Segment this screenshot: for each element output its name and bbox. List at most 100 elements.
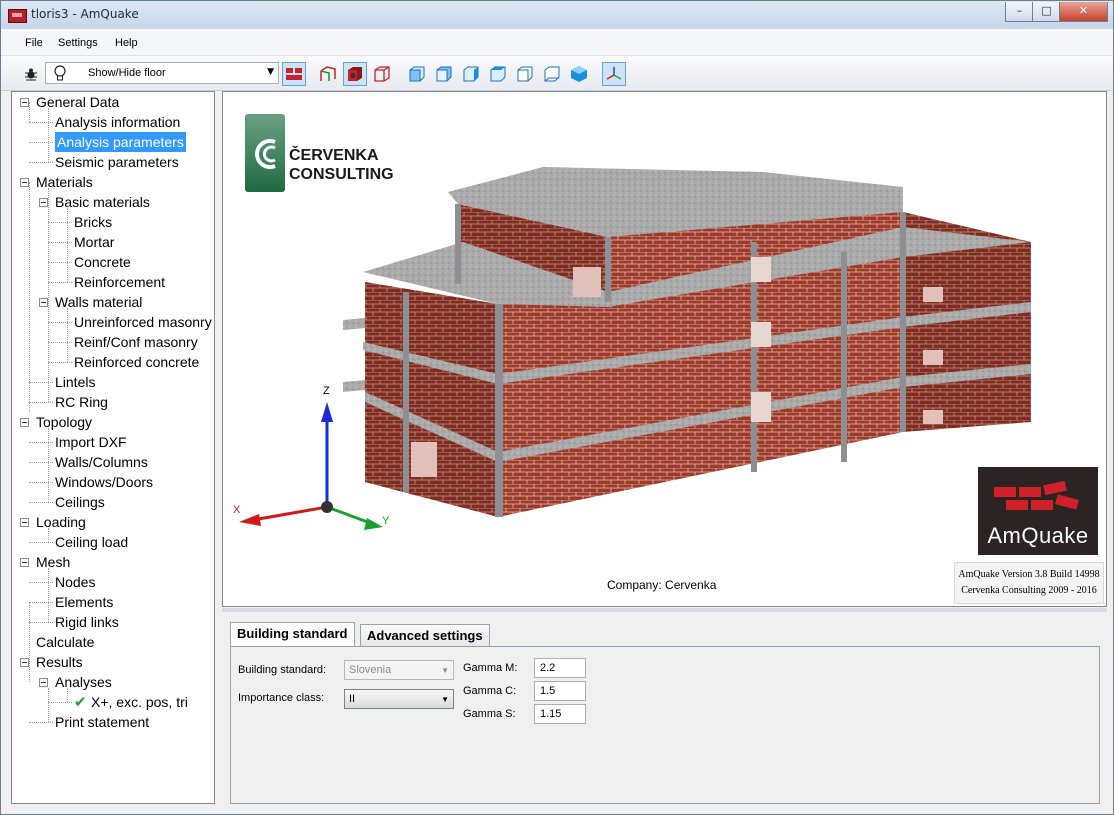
tree-item[interactable]: General Data <box>36 92 119 112</box>
tab-building-standard[interactable]: Building standard <box>230 622 355 647</box>
company-label: Company: Cervenka <box>607 578 717 592</box>
back-view-icon[interactable] <box>434 64 454 84</box>
top-view-icon[interactable] <box>515 64 535 84</box>
tree-item[interactable]: Nodes <box>55 572 95 592</box>
gamma-c-field[interactable]: 1.5 <box>534 681 586 701</box>
tree-item[interactable]: Loading <box>36 512 86 532</box>
gamma-c-label: Gamma C: <box>463 685 517 697</box>
tree-item[interactable]: Materials <box>36 172 93 192</box>
tree-item[interactable]: Analyses <box>55 672 112 692</box>
iso-view-icon[interactable] <box>569 64 589 84</box>
version-line2: Cervenka Consulting 2009 - 2016 <box>961 585 1097 596</box>
tree-item[interactable]: Lintels <box>55 372 95 392</box>
bulb-icon[interactable] <box>50 63 70 83</box>
tree-item[interactable]: Seismic parameters <box>55 152 179 172</box>
gamma-m-label: Gamma M: <box>463 662 518 674</box>
tree-item[interactable]: Windows/Doors <box>55 472 153 492</box>
navigation-tree: General Data Analysis information Analysis… <box>11 91 215 804</box>
tab-panel: Building standard: Slovenia ▼ Importance… <box>230 646 1100 804</box>
tree-item[interactable]: Reinforced concrete <box>74 352 199 372</box>
importance-class-select[interactable]: II ▼ <box>344 689 454 709</box>
tree-item[interactable]: Elements <box>55 592 113 612</box>
gamma-m-field[interactable]: 2.2 <box>534 658 586 678</box>
model-viewport[interactable]: ČERVENKA CONSULTING Z X Y AmQuake Compan… <box>222 91 1107 607</box>
importance-class-label: Importance class: <box>238 692 325 704</box>
settings-panel: Building standard Advanced settings Buil… <box>222 613 1107 806</box>
tree-item[interactable]: X+, exc. pos, tri <box>91 692 188 712</box>
tree-item[interactable]: Basic materials <box>55 192 150 212</box>
gamma-s-label: Gamma S: <box>463 708 516 720</box>
solid-view-icon[interactable] <box>343 62 367 86</box>
tree-item[interactable]: Mesh <box>36 552 70 572</box>
bottom-view-icon[interactable] <box>542 64 562 84</box>
menu-file[interactable]: File <box>25 37 43 49</box>
tree-item[interactable]: Walls material <box>55 292 142 312</box>
menu-settings[interactable]: Settings <box>58 37 98 49</box>
tree-item[interactable]: Analysis information <box>55 112 180 132</box>
tree-item[interactable]: Mortar <box>74 232 114 252</box>
tree-expander-icon[interactable] <box>20 558 29 567</box>
toolbar: Show/Hide floor ▼ <box>1 56 1113 91</box>
left-view-icon[interactable] <box>461 64 481 84</box>
bug-icon[interactable] <box>21 64 41 84</box>
version-box: AmQuake Version 3.8 Build 14998 Cervenka… <box>954 562 1104 604</box>
menu-bar: File Settings Help <box>1 29 1113 56</box>
amquake-logo: AmQuake <box>978 467 1098 555</box>
close-button[interactable]: ✕ <box>1059 2 1108 22</box>
tree-expander-icon[interactable] <box>20 418 29 427</box>
tree-expander-icon[interactable] <box>20 178 29 187</box>
axes-icon[interactable] <box>602 62 626 86</box>
tree-item[interactable]: Results <box>36 652 83 672</box>
tree-item[interactable]: Analysis parameters <box>55 132 186 152</box>
wall-view-icon[interactable] <box>282 62 306 86</box>
front-view-icon[interactable] <box>407 64 427 84</box>
tree-item[interactable]: RC Ring <box>55 392 108 412</box>
check-icon: ✔ <box>74 693 87 711</box>
tree-item[interactable]: Ceiling load <box>55 532 128 552</box>
tree-expander-icon[interactable] <box>20 658 29 667</box>
title-bar: tloris3 - AmQuake – □ ✕ <box>1 1 1113 29</box>
amquake-logo-text: AmQuake <box>987 523 1089 548</box>
tree-item[interactable]: Walls/Columns <box>55 452 148 472</box>
axis-y-label: Y <box>382 515 390 527</box>
building-standard-label: Building standard: <box>238 664 327 676</box>
importance-class-value: II <box>349 693 356 705</box>
app-window: tloris3 - AmQuake – □ ✕ File Settings He… <box>0 0 1114 815</box>
tree-expander-icon[interactable] <box>39 198 48 207</box>
maximize-button[interactable]: □ <box>1032 2 1061 22</box>
transparent-view-icon[interactable] <box>372 64 392 84</box>
floor-combo-text: Show/Hide floor <box>88 67 166 79</box>
chevron-down-icon: ▼ <box>441 695 449 704</box>
wireframe-icon[interactable] <box>318 64 338 84</box>
tree-item[interactable]: Ceilings <box>55 492 105 512</box>
tab-advanced-settings[interactable]: Advanced settings <box>360 624 490 646</box>
tree-item[interactable]: Concrete <box>74 252 131 272</box>
tree-item[interactable]: Print statement <box>55 712 149 732</box>
tree-item[interactable]: Unreinforced masonry <box>74 312 212 332</box>
version-line1: AmQuake Version 3.8 Build 14998 <box>958 569 1100 580</box>
menu-help[interactable]: Help <box>115 37 138 49</box>
tree-item[interactable]: Reinforcement <box>74 272 165 292</box>
app-icon <box>8 9 27 23</box>
chevron-down-icon: ▼ <box>267 67 274 77</box>
tree-expander-icon[interactable] <box>20 98 29 107</box>
tree-item[interactable]: Calculate <box>36 632 94 652</box>
tree-item[interactable]: Reinf/Conf masonry <box>74 332 198 352</box>
tree-item[interactable]: Bricks <box>74 212 112 232</box>
tree-item[interactable]: Rigid links <box>55 612 119 632</box>
tree-expander-icon[interactable] <box>39 298 48 307</box>
tree-expander-icon[interactable] <box>20 518 29 527</box>
gamma-s-field[interactable]: 1.15 <box>534 704 586 724</box>
axis-z-label: Z <box>323 385 330 397</box>
tree-item[interactable]: Import DXF <box>55 432 127 452</box>
building-standard-value: Slovenia <box>349 664 392 676</box>
tree-item[interactable]: Topology <box>36 412 92 432</box>
building-standard-select[interactable]: Slovenia ▼ <box>344 660 454 680</box>
right-view-icon[interactable] <box>488 64 508 84</box>
floor-combo[interactable]: Show/Hide floor ▼ <box>45 62 279 84</box>
chevron-down-icon: ▼ <box>441 666 449 675</box>
tree-expander-icon[interactable] <box>39 678 48 687</box>
minimize-button[interactable]: – <box>1005 2 1034 22</box>
splitter[interactable] <box>222 608 1107 612</box>
axis-x-label: X <box>233 504 241 516</box>
